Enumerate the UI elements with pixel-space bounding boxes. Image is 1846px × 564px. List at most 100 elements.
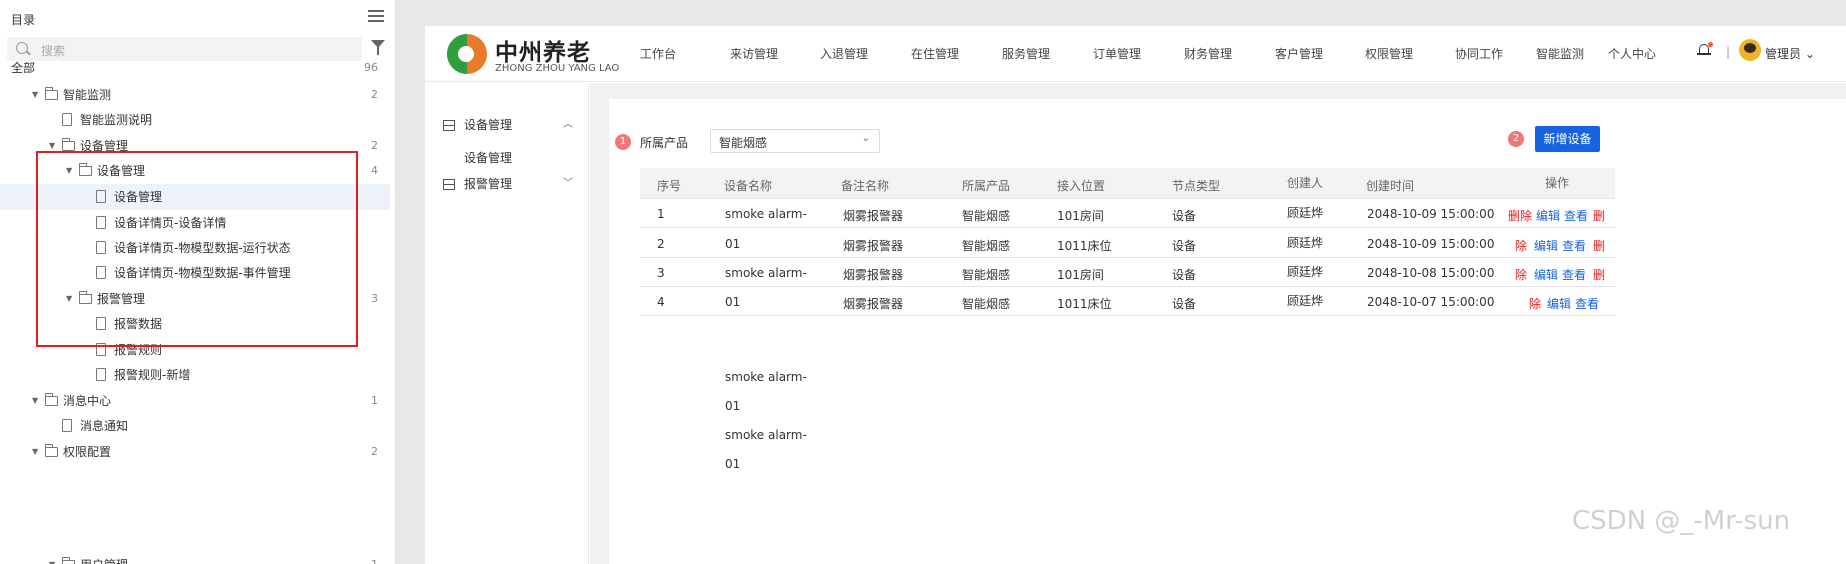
cell-product: 智能烟感 [962, 209, 1011, 223]
cell-node: 设备 [1172, 239, 1197, 253]
tree-item-all[interactable]: 全部 96 [0, 55, 390, 81]
col-header: 创建时间 [1366, 179, 1415, 193]
nav-item-profile[interactable]: 个人中心 [1608, 45, 1656, 62]
tree-label: 全部 [11, 61, 36, 75]
delete-link[interactable]: 除 [1529, 295, 1541, 312]
collapse-menu-icon[interactable] [368, 10, 384, 24]
nav-item-finance[interactable]: 财务管理 [1184, 45, 1232, 62]
cell-no: 3 [657, 266, 665, 280]
edit-link[interactable]: 编辑 [1534, 237, 1558, 254]
folder-icon [62, 138, 75, 151]
side-menu-group-alarm[interactable]: 报警管理 ﹀ [425, 173, 589, 195]
nav-item-smart-monitor[interactable]: 智能监测 [1536, 45, 1584, 62]
folder-icon [45, 393, 58, 406]
overflow-name: smoke alarm- [725, 428, 807, 442]
table-row: 1 smoke alarm- 烟雾报警器 智能烟感 101房间 设备 顾廷烨 2… [640, 199, 1615, 228]
cell-location: 101房间 [1057, 209, 1104, 223]
nav-item-services[interactable]: 服务管理 [1002, 45, 1050, 62]
side-menu-item-device-mgmt[interactable]: 设备管理 [464, 149, 512, 166]
nav-item-orders[interactable]: 订单管理 [1093, 45, 1141, 62]
add-device-button[interactable]: 新增设备 [1535, 126, 1600, 152]
overflow-name: 01 [725, 399, 741, 413]
cell-remark: 烟雾报警器 [843, 209, 904, 223]
bell-icon[interactable] [1697, 42, 1713, 57]
cell-name: 01 [725, 295, 741, 309]
cell-name: 01 [725, 237, 741, 251]
view-link[interactable]: 查看 [1562, 237, 1586, 254]
chevron-up-icon: ︿ [563, 119, 573, 130]
expand-arrow-icon[interactable]: ▼ [32, 82, 38, 108]
nav-item-workbench[interactable]: 工作台 [640, 45, 676, 62]
delete-link[interactable]: 删 [1593, 237, 1605, 254]
tree-page-message-notice[interactable]: 消息通知 [0, 413, 390, 439]
tree-folder-message-center[interactable]: ▼ 消息中心 1 [0, 388, 390, 414]
avatar[interactable] [1739, 39, 1761, 61]
separator: | [1726, 45, 1731, 59]
main-content: 1 所属产品 智能烟感 ⌄ 2 新增设备 3 4 5 序号 设备名称 备注名称 … [609, 99, 1846, 564]
tree-folder-smart-monitor[interactable]: ▼ 智能监测 2 [0, 82, 390, 108]
side-menu-group-device[interactable]: 设备管理 ︿ [425, 114, 589, 136]
delete-link[interactable]: 删 [1593, 266, 1605, 283]
nav-item-customers[interactable]: 客户管理 [1275, 45, 1323, 62]
chevron-down-icon: ⌄ [861, 133, 870, 144]
logo-title: 中州养老 [495, 40, 591, 66]
cell-remark: 烟雾报警器 [843, 239, 904, 253]
user-menu[interactable]: 管理员 ⌄ [1765, 45, 1815, 62]
expand-arrow-icon[interactable]: ▼ [49, 552, 55, 564]
tree-count: 2 [371, 88, 378, 101]
cell-no: 2 [657, 237, 665, 251]
edit-link[interactable]: 编辑 [1534, 266, 1558, 283]
cell-name: smoke alarm- [725, 266, 807, 280]
side-menu-label: 设备管理 [464, 118, 513, 132]
table-row: 2 01 烟雾报警器 智能烟感 1011床位 设备 顾廷烨 2048-10-09… [640, 229, 1615, 258]
nav-item-residents[interactable]: 在住管理 [911, 45, 959, 62]
delete-link[interactable]: 删除 [1508, 207, 1532, 224]
cell-node: 设备 [1172, 268, 1197, 282]
alarm-icon [443, 179, 455, 190]
product-select[interactable]: 智能烟感 ⌄ [710, 129, 880, 153]
tree-folder-user-mgmt[interactable]: ▼ 用户管理 1 [0, 552, 390, 564]
nav-item-checkin[interactable]: 入退管理 [820, 45, 868, 62]
tree-page-alarm-rules-new[interactable]: 报警规则-新增 [0, 362, 390, 388]
edit-link[interactable]: 编辑 [1536, 207, 1560, 224]
logo-subtitle: ZHONG ZHOU YANG LAO [495, 63, 620, 74]
col-header: 创建人 [1287, 176, 1324, 190]
tree-page-smart-monitor-desc[interactable]: 智能监测说明 [0, 107, 390, 133]
view-link[interactable]: 查看 [1562, 266, 1586, 283]
cell-remark: 烟雾报警器 [843, 297, 904, 311]
view-link[interactable]: 查看 [1575, 295, 1599, 312]
nav-item-permissions[interactable]: 权限管理 [1365, 45, 1413, 62]
device-icon [443, 120, 455, 131]
expand-arrow-icon[interactable]: ▼ [32, 388, 38, 414]
col-header: 节点类型 [1172, 179, 1221, 193]
outline-panel: 目录 搜索 全部 96 ▼ 智能监测 2 智能监测说明 ▼ 设备管理 2 ▼ 设… [0, 0, 396, 564]
cell-location: 101房间 [1057, 268, 1104, 282]
table-header: 序号 设备名称 备注名称 所属产品 接入位置 节点类型 创建人 创建时间 操作 [640, 168, 1615, 199]
filter-icon[interactable] [371, 40, 385, 55]
tree-count: 3 [371, 292, 378, 305]
cell-time: 2048-10-09 15:00:00 [1367, 207, 1495, 221]
edit-link[interactable]: 编辑 [1547, 295, 1571, 312]
nav-item-collaboration[interactable]: 协同工作 [1455, 45, 1503, 62]
cell-product: 智能烟感 [962, 297, 1011, 311]
delete-link[interactable]: 删 [1593, 207, 1605, 224]
delete-link[interactable]: 除 [1515, 237, 1527, 254]
tree-count: 1 [371, 394, 378, 407]
cell-time: 2048-10-09 15:00:00 [1367, 237, 1495, 251]
delete-link[interactable]: 除 [1515, 266, 1527, 283]
col-header: 备注名称 [841, 179, 890, 193]
overflow-name: smoke alarm- [725, 370, 807, 384]
table-row: 3 smoke alarm- 烟雾报警器 智能烟感 101房间 设备 顾廷烨 2… [640, 258, 1615, 287]
tree-folder-permission-config[interactable]: ▼ 权限配置 2 [0, 439, 390, 465]
watermark: CSDN @_-Mr-sun [1572, 506, 1791, 536]
folder-icon [45, 444, 58, 457]
col-header: 接入位置 [1057, 179, 1106, 193]
expand-arrow-icon[interactable]: ▼ [32, 439, 38, 465]
view-link[interactable]: 查看 [1564, 207, 1588, 224]
cell-node: 设备 [1172, 209, 1197, 223]
cell-node: 设备 [1172, 297, 1197, 311]
tree-label: 权限配置 [63, 445, 112, 459]
tree-count: 2 [371, 445, 378, 458]
nav-item-visits[interactable]: 来访管理 [730, 45, 778, 62]
outline-title: 目录 [11, 13, 36, 27]
